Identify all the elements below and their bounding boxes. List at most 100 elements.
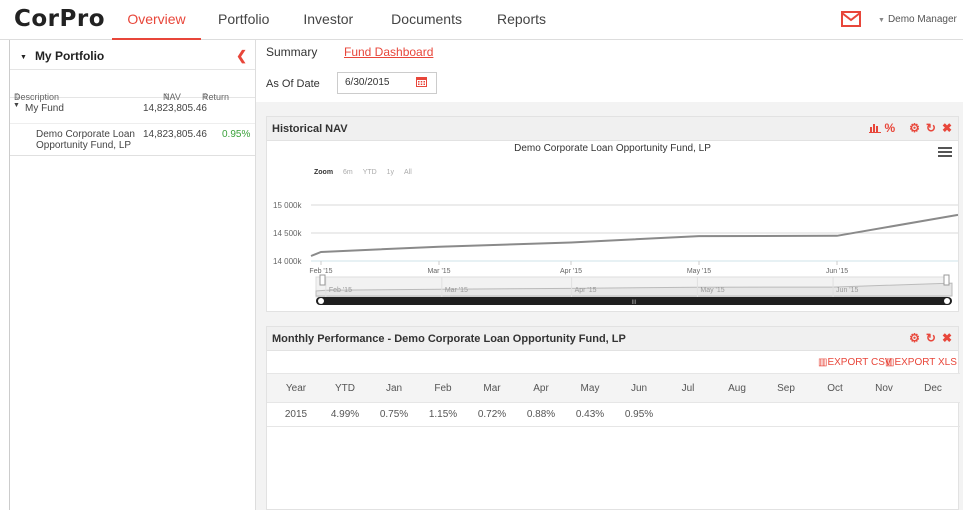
portfolio-panel-header: ▼ My Portfolio ❮ (10, 40, 255, 70)
x-tick-label: Mar '15 (427, 268, 450, 275)
column-header-oct: Oct (827, 383, 843, 394)
holding-return: 0.95% (222, 129, 251, 140)
table-cell-ytd: 4.99% (330, 409, 360, 420)
y-tick-label: 14 000k (273, 257, 302, 266)
tab-reports[interactable]: Reports (482, 0, 561, 40)
export-xls-button[interactable]: ▥EXPORT XLS (885, 357, 957, 368)
column-header-sep: Sep (777, 383, 795, 394)
x-tick-label: Feb '15 (309, 268, 332, 275)
historical-nav-panel: Historical NAV % ⚙ ↻ ✖ Demo Corporate Lo… (266, 116, 959, 312)
as-of-date-label: As Of Date (266, 78, 320, 90)
close-icon[interactable]: ✖ (942, 331, 952, 345)
main-nav: Overview Portfolio Investor Documents Re… (112, 0, 561, 40)
column-header-dec: Dec (924, 383, 942, 394)
scrollbar-grip-icon[interactable]: III (631, 300, 636, 306)
bar-chart-icon[interactable] (869, 121, 882, 133)
user-menu[interactable]: ▼ Demo Manager (878, 14, 957, 25)
gear-icon[interactable]: ⚙ (909, 121, 920, 135)
holding-name-line1: Demo Corporate Loan (36, 129, 135, 140)
close-icon[interactable]: ✖ (942, 121, 952, 135)
caret-down-icon: ▼ (20, 54, 27, 61)
table-cell-may: 0.43% (575, 409, 605, 420)
column-header-jan: Jan (385, 383, 403, 394)
percent-icon[interactable]: % (884, 121, 895, 135)
navigator-tick-label: Feb '15 (329, 287, 352, 294)
column-header-year: Year (285, 383, 307, 394)
refresh-icon[interactable]: ↻ (926, 121, 936, 135)
fund-dashboard-link[interactable]: Fund Dashboard (344, 45, 433, 59)
portfolio-title-label: My Portfolio (34, 49, 105, 63)
tab-portfolio[interactable]: Portfolio (203, 0, 284, 40)
y-tick-label: 15 000k (273, 201, 302, 210)
tab-overview[interactable]: Overview (112, 0, 201, 40)
portfolio-row-holding[interactable]: Demo Corporate Loan Opportunity Fund, LP… (10, 124, 255, 156)
export-csv-label: EXPORT CSV (827, 357, 892, 368)
summary-bar: Summary Fund Dashboard As Of Date 6/30/2… (256, 40, 963, 102)
monthly-performance-tools: ⚙ ↻ ✖ (909, 331, 952, 345)
x-tick-label: May '15 (687, 268, 711, 275)
table-cell-year: 2015 (284, 409, 308, 420)
performance-table: Year YTD Jan Feb Mar Apr May Jun Jul Aug Sep Oct Nov… (267, 373, 960, 427)
column-header-mar: Mar (483, 383, 501, 394)
refresh-icon[interactable]: ↻ (926, 331, 936, 345)
table-cell-feb: 1.15% (428, 409, 458, 420)
navigator-tick-label: May '15 (700, 287, 724, 294)
table-cell-jun: 0.95% (624, 409, 654, 420)
fund-nav: 14,823,805.46 (143, 103, 207, 114)
scroll-left-icon[interactable] (318, 298, 324, 304)
collapse-left-icon[interactable]: ❮ (236, 48, 247, 64)
portfolio-title[interactable]: ▼ My Portfolio (20, 49, 104, 63)
series-line (310, 213, 958, 257)
column-header-aug: Aug (728, 383, 746, 394)
column-header-nov: Nov (875, 383, 893, 394)
historical-nav-tools: % ⚙ ↻ ✖ (869, 121, 952, 135)
summary-label[interactable]: Summary (266, 45, 317, 59)
portfolio-row-fund[interactable]: ▼ My Fund 14,823,805.46 (10, 98, 255, 124)
chevron-down-icon: ▼ (878, 17, 885, 24)
calendar-icon[interactable] (416, 76, 427, 87)
x-tick-label: Apr '15 (560, 268, 582, 275)
table-header-row: Year YTD Jan Feb Mar Apr May Jun Jul Aug Sep Oct Nov… (267, 373, 960, 403)
y-tick-label: 14 500k (273, 229, 302, 238)
historical-nav-header: Historical NAV % ⚙ ↻ ✖ (267, 117, 958, 141)
scroll-right-icon[interactable] (944, 298, 950, 304)
export-csv-button[interactable]: ▥EXPORT CSV (818, 357, 892, 368)
monthly-performance-title: Monthly Performance - Demo Corporate Loa… (272, 333, 626, 345)
gear-icon[interactable]: ⚙ (909, 331, 920, 345)
table-row: 2015 4.99% 0.75% 1.15% 0.72% 0.88% 0.43% 0.95% (267, 403, 960, 427)
main-content: Summary Fund Dashboard As Of Date 6/30/2… (256, 40, 963, 510)
navigator-tick-label: Apr '15 (575, 287, 597, 294)
monthly-performance-panel: Monthly Performance - Demo Corporate Loa… (266, 326, 960, 510)
mail-icon[interactable] (841, 11, 861, 27)
monthly-performance-header: Monthly Performance - Demo Corporate Loa… (267, 327, 958, 351)
tab-investor[interactable]: Investor (288, 0, 368, 40)
historical-nav-chart: 15 000k 14 500k 14 000k Feb '15 Mar '15 Apr … (273, 201, 958, 306)
expand-caret-icon[interactable]: ▼ (13, 102, 20, 109)
table-cell-mar: 0.72% (477, 409, 507, 420)
column-header-jul: Jul (681, 383, 695, 394)
user-name: Demo Manager (887, 14, 957, 25)
navigator-left-handle[interactable] (319, 274, 326, 286)
table-cell-apr: 0.88% (526, 409, 556, 420)
column-header-jun: Jun (630, 383, 648, 394)
export-xls-label: EXPORT XLS (894, 357, 957, 368)
holding-name-line2: Opportunity Fund, LP (36, 140, 132, 151)
as-of-date-value: 6/30/2015 (345, 77, 390, 88)
navigator-right-handle[interactable] (943, 274, 950, 286)
fund-name: My Fund (25, 103, 64, 114)
navigator-tick-label: Mar '15 (445, 287, 468, 294)
table-cell-jan: 0.75% (379, 409, 409, 420)
x-tick-label: Jun '15 (826, 268, 848, 275)
portfolio-panel: ▼ My Portfolio ❮ ⇕ Description ⇕ NAV ⇕ Retur… (9, 40, 256, 510)
navigator-tick-label: Jun '15 (836, 287, 858, 294)
column-header-apr: Apr (533, 383, 549, 394)
top-navbar: CorPro Overview Portfolio Investor Docum… (0, 0, 963, 40)
column-header-feb: Feb (434, 383, 452, 394)
column-header-may: May (580, 383, 600, 394)
app-logo[interactable]: CorPro (14, 6, 105, 32)
portfolio-column-headers: ⇕ Description ⇕ NAV ⇕ Return (10, 70, 255, 102)
column-header-ytd: YTD (335, 383, 355, 394)
historical-nav-title: Historical NAV (272, 123, 348, 135)
holding-nav: 14,823,805.46 (143, 129, 207, 140)
tab-documents[interactable]: Documents (376, 0, 477, 40)
